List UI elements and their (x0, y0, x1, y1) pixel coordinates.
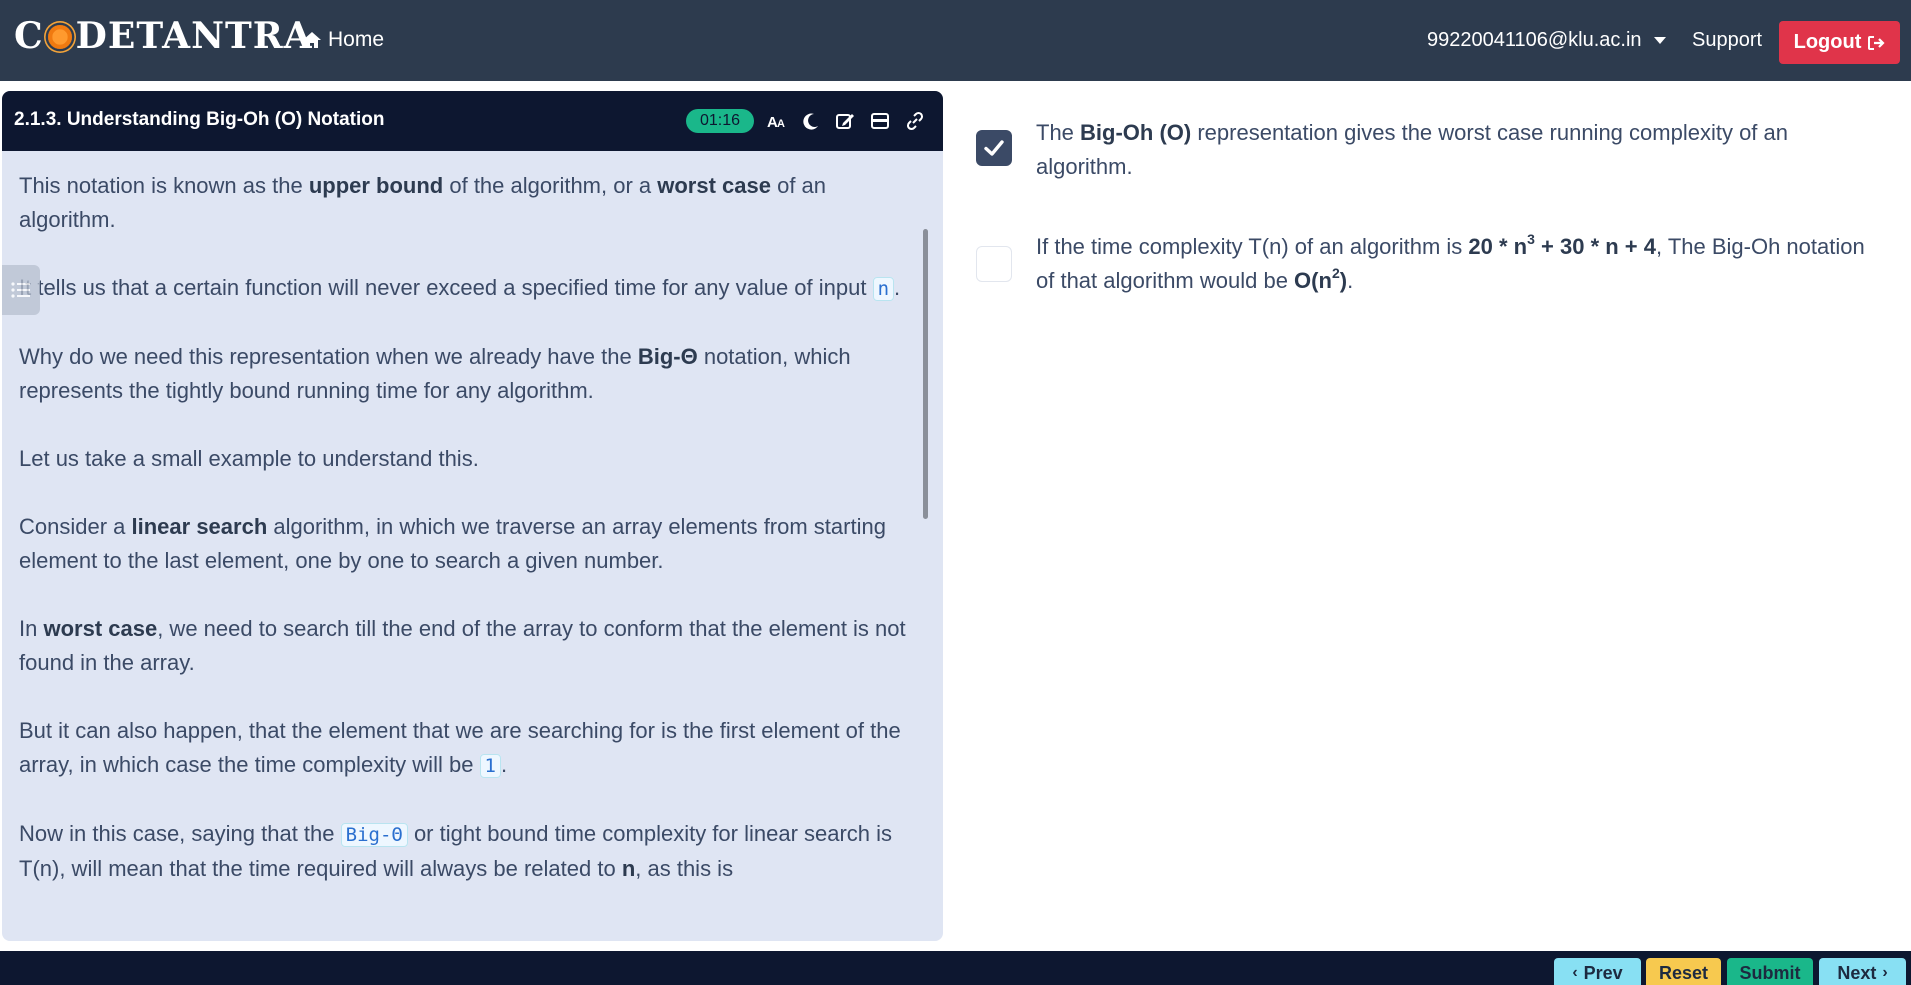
paragraph: Now in this case, saying that the Big-Θ … (19, 821, 893, 881)
option-checkbox-checked[interactable] (976, 130, 1012, 166)
logout-button[interactable]: Logout (1779, 21, 1900, 64)
paragraph: Consider a linear search algorithm, in w… (19, 514, 886, 573)
user-email: 99220041106@klu.ac.in (1427, 29, 1642, 51)
vertical-scrollbar[interactable] (923, 229, 928, 519)
logo-text-end: DETANTRA (75, 15, 313, 57)
inline-code: 1 (479, 754, 501, 778)
prev-button[interactable]: ‹ Prev (1554, 958, 1641, 985)
panel-title: 2.1.3. Understanding Big-Oh (O) Notation (14, 109, 385, 130)
next-label: Next (1837, 962, 1877, 983)
answer-option-2-text: If the time complexity T(n) of an algori… (1036, 230, 1865, 293)
moon-icon[interactable] (800, 110, 822, 132)
paragraph: This notation is known as the upper boun… (19, 173, 827, 232)
inline-code: Big-Θ (340, 823, 408, 847)
next-button[interactable]: Next › (1819, 958, 1906, 985)
paragraph: In worst case, we need to search till th… (19, 616, 906, 675)
description-content: This notation is known as the upper boun… (19, 169, 919, 920)
paragraph: Let us take a small example to understan… (19, 446, 479, 471)
logout-label: Logout (1793, 31, 1862, 53)
font-size-icon[interactable]: AA (766, 110, 788, 132)
edit-icon[interactable] (834, 110, 856, 132)
codetantra-logo[interactable]: C DETANTRA (14, 18, 313, 54)
support-link[interactable]: Support (1692, 29, 1762, 52)
home-link[interactable]: Home (302, 28, 384, 52)
reset-button[interactable]: Reset (1646, 958, 1721, 985)
paragraph: It tells us that a certain function will… (19, 275, 901, 301)
timer-badge: 01:16 (686, 109, 754, 133)
problem-description-panel: 2.1.3. Understanding Big-Oh (O) Notation… (2, 91, 943, 941)
logo-text-start: C (14, 15, 44, 57)
paragraph: Why do we need this representation when … (19, 344, 851, 403)
sign-out-icon (1868, 35, 1885, 50)
home-icon (303, 32, 321, 48)
paragraph: But it can also happen, that the element… (19, 718, 901, 778)
home-label: Home (328, 28, 385, 51)
chevron-down-icon (1653, 37, 1666, 44)
sun-icon (47, 25, 72, 49)
link-icon[interactable] (904, 110, 926, 132)
panel-header: 2.1.3. Understanding Big-Oh (O) Notation… (2, 91, 943, 151)
option-checkbox-unchecked[interactable] (976, 246, 1012, 282)
user-menu-dropdown[interactable]: 99220041106@klu.ac.in (1427, 29, 1666, 52)
answer-option-1-text: The Big-Oh (O) representation gives the … (1036, 120, 1788, 179)
chevron-right-icon: › (1882, 964, 1888, 981)
svg-text:A: A (777, 118, 785, 130)
top-navbar: C DETANTRA Home 99220041106@klu.ac.in Su… (0, 0, 1911, 81)
prev-label: Prev (1583, 962, 1623, 983)
toc-toggle-button[interactable] (2, 265, 40, 315)
check-icon (984, 140, 1004, 156)
list-icon (11, 282, 30, 298)
panel-body[interactable]: This notation is known as the upper boun… (2, 151, 943, 941)
inline-code: n (872, 277, 895, 301)
chevron-left-icon: ‹ (1572, 964, 1578, 981)
layout-icon[interactable] (869, 110, 891, 132)
submit-button[interactable]: Submit (1727, 958, 1813, 985)
